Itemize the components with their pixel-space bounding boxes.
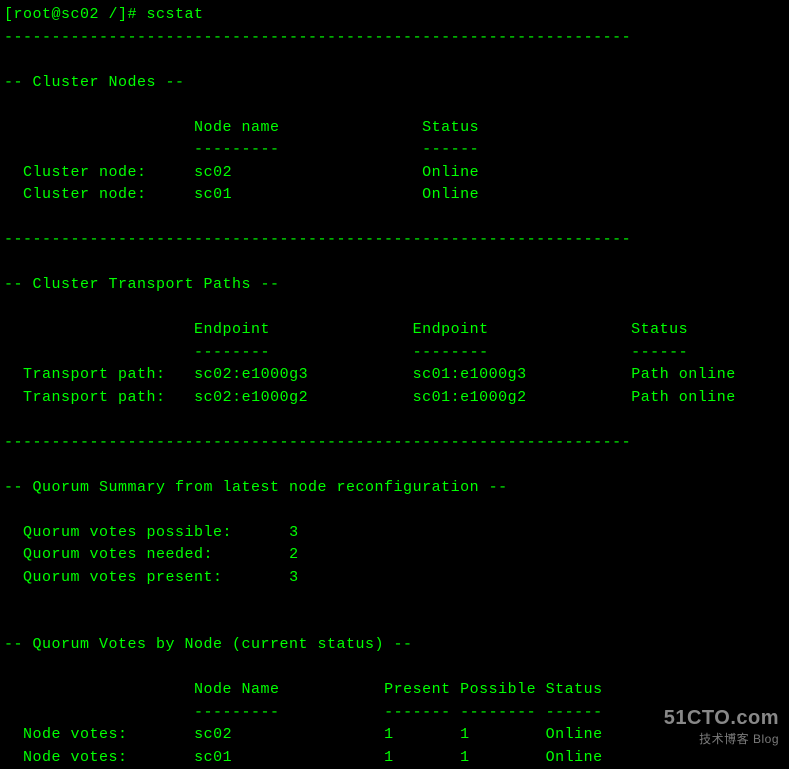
qs-row-label: Quorum votes needed: [23, 546, 213, 563]
qv-ul-3: -------- [460, 704, 536, 721]
divider: ----------------------------------------… [4, 434, 631, 451]
transport-paths-title: -- Cluster Transport Paths -- [4, 276, 280, 293]
qv-row-name: sc01 [194, 749, 232, 766]
qs-row-label: Quorum votes present: [23, 569, 223, 586]
cn-row-status: Online [422, 164, 479, 181]
cn-ul-1: --------- [194, 141, 280, 158]
cn-header-nodename: Node name [194, 119, 280, 136]
tp-ul-3: ------ [631, 344, 688, 361]
qv-row-present: 1 [384, 726, 394, 743]
cn-ul-2: ------ [422, 141, 479, 158]
qv-row-present: 1 [384, 749, 394, 766]
tp-row-label: Transport path: [23, 389, 166, 406]
qv-header-name: Node Name [194, 681, 280, 698]
cn-row-name: sc02 [194, 164, 232, 181]
cn-row-status: Online [422, 186, 479, 203]
tp-ul-1: -------- [194, 344, 270, 361]
qv-row-possible: 1 [460, 749, 470, 766]
qs-row-value: 3 [289, 569, 299, 586]
qs-row-value: 3 [289, 524, 299, 541]
qs-row-label: Quorum votes possible: [23, 524, 232, 541]
divider: ----------------------------------------… [4, 29, 631, 46]
qv-header-present: Present [384, 681, 451, 698]
qv-ul-1: --------- [194, 704, 280, 721]
tp-header-ep1: Endpoint [194, 321, 270, 338]
tp-row-ep2: sc01:e1000g2 [413, 389, 527, 406]
tp-row-status: Path online [631, 389, 736, 406]
divider: ----------------------------------------… [4, 231, 631, 248]
quorum-votes-title: -- Quorum Votes by Node (current status)… [4, 636, 413, 653]
qs-row-value: 2 [289, 546, 299, 563]
cn-row-label: Cluster node: [23, 164, 147, 181]
tp-row-ep2: sc01:e1000g3 [413, 366, 527, 383]
tp-row-label: Transport path: [23, 366, 166, 383]
qv-row-label: Node votes: [23, 726, 128, 743]
qv-ul-4: ------ [546, 704, 603, 721]
qv-header-possible: Possible [460, 681, 536, 698]
tp-row-ep1: sc02:e1000g2 [194, 389, 308, 406]
tp-header-ep2: Endpoint [413, 321, 489, 338]
qv-row-name: sc02 [194, 726, 232, 743]
cn-header-status: Status [422, 119, 479, 136]
qv-row-status: Online [546, 749, 603, 766]
terminal-output: [root@sc02 /]# scstat ------------------… [4, 4, 785, 769]
qv-ul-2: ------- [384, 704, 451, 721]
qv-row-possible: 1 [460, 726, 470, 743]
qv-row-status: Online [546, 726, 603, 743]
qv-row-label: Node votes: [23, 749, 128, 766]
quorum-summary-title: -- Quorum Summary from latest node recon… [4, 479, 508, 496]
cn-row-name: sc01 [194, 186, 232, 203]
cn-row-label: Cluster node: [23, 186, 147, 203]
cluster-nodes-title: -- Cluster Nodes -- [4, 74, 185, 91]
tp-ul-2: -------- [413, 344, 489, 361]
tp-header-status: Status [631, 321, 688, 338]
qv-header-status: Status [546, 681, 603, 698]
tp-row-status: Path online [631, 366, 736, 383]
tp-row-ep1: sc02:e1000g3 [194, 366, 308, 383]
prompt-line: [root@sc02 /]# scstat [4, 6, 204, 23]
